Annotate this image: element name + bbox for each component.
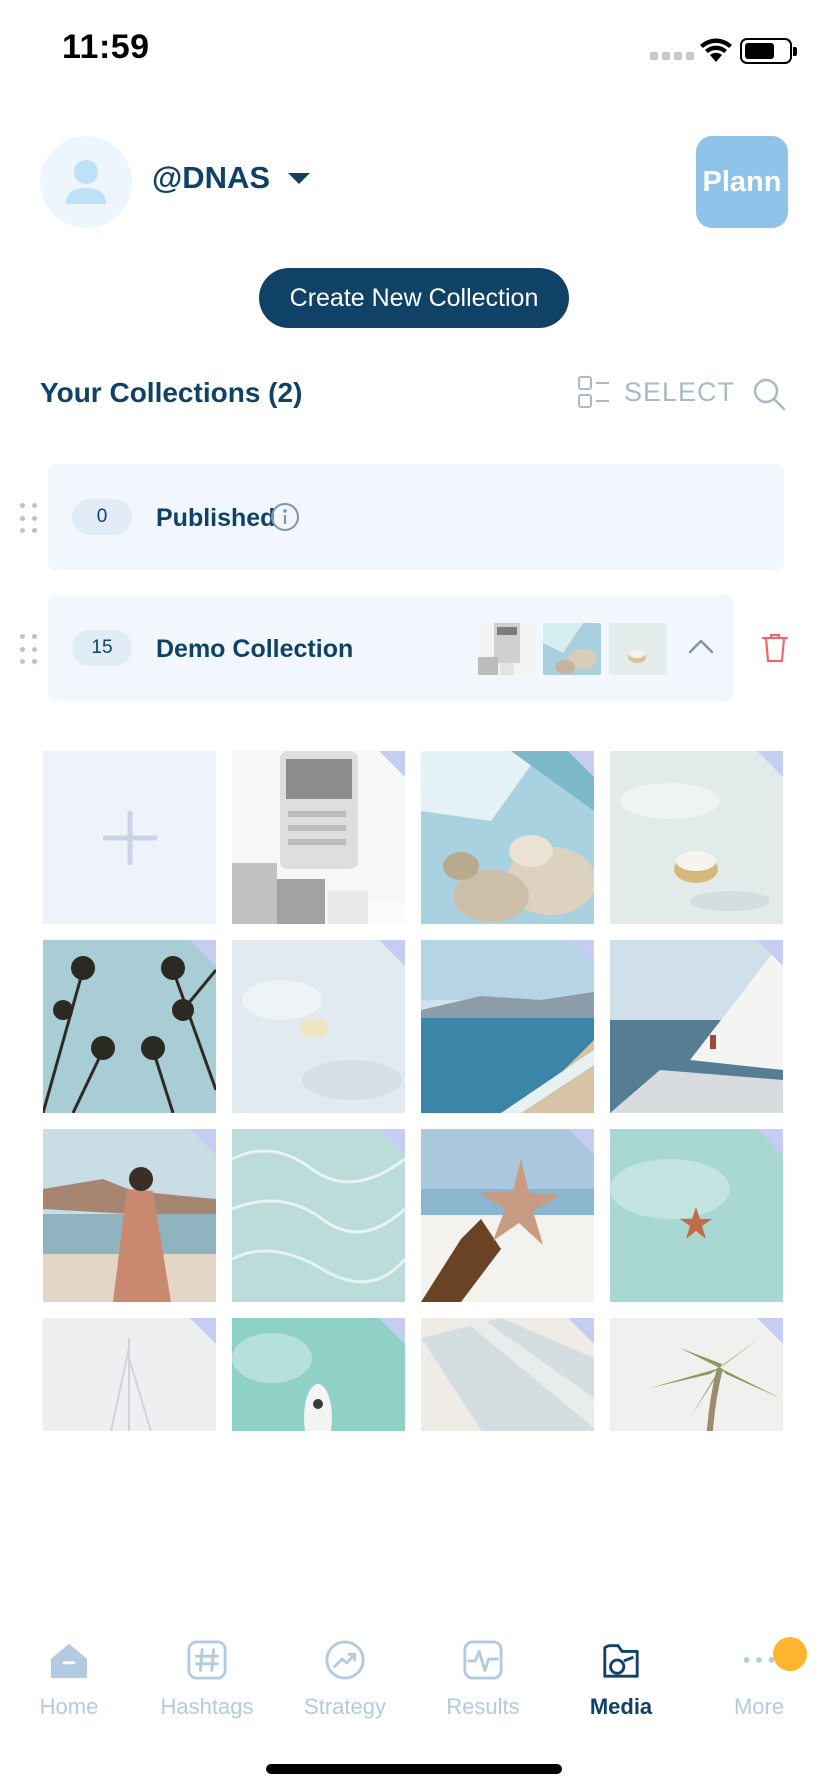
strategy-icon	[325, 1640, 365, 1680]
count-badge: 15	[72, 630, 132, 666]
selection-corner	[568, 1129, 594, 1155]
selection-corner	[757, 751, 783, 777]
avatar[interactable]	[40, 136, 132, 228]
drag-handle-icon[interactable]	[20, 503, 38, 535]
media-tile[interactable]	[610, 1129, 783, 1302]
collection-thumbnail	[478, 623, 536, 675]
select-label: SELECT	[624, 376, 736, 407]
tab-media[interactable]: Media	[552, 1620, 690, 1720]
media-tile[interactable]	[232, 751, 405, 924]
media-tile[interactable]	[421, 1129, 594, 1302]
wifi-icon	[700, 38, 732, 62]
media-tile[interactable]	[610, 940, 783, 1113]
tab-strategy[interactable]: Strategy	[276, 1620, 414, 1720]
collection-row-demo[interactable]: 15 Demo Collection	[48, 595, 734, 701]
media-grid	[43, 751, 786, 1431]
selection-corner	[757, 940, 783, 966]
selection-corner	[379, 751, 405, 777]
plus-icon	[102, 810, 157, 865]
tab-label: More	[733, 1694, 785, 1719]
account-name: @DNAS	[152, 160, 271, 195]
selection-corner	[190, 940, 216, 966]
info-icon[interactable]	[270, 502, 300, 532]
collection-label: Published	[156, 504, 276, 532]
select-icon	[578, 376, 609, 408]
media-tile[interactable]	[232, 1318, 405, 1431]
collections-title: Your Collections (2)	[40, 377, 303, 408]
media-tile[interactable]	[43, 940, 216, 1113]
selection-corner	[568, 751, 594, 777]
create-collection-button[interactable]: Create New Collection	[259, 268, 569, 328]
selection-corner	[568, 940, 594, 966]
media-tile[interactable]	[421, 940, 594, 1113]
count-badge: 0	[72, 499, 132, 535]
caret-down-icon	[288, 172, 311, 184]
search-icon[interactable]	[752, 377, 786, 411]
collection-thumbnail	[609, 623, 667, 675]
results-icon	[463, 1640, 503, 1680]
tab-more[interactable]: More	[690, 1620, 828, 1720]
tab-bar: Home Hashtags Strategy Results Media Mor…	[0, 1620, 828, 1720]
media-tile[interactable]	[232, 940, 405, 1113]
media-tile[interactable]	[421, 1318, 594, 1431]
media-tile[interactable]	[43, 1129, 216, 1302]
plann-button[interactable]: Plann	[696, 136, 788, 228]
media-tile[interactable]	[610, 751, 783, 924]
tab-results[interactable]: Results	[414, 1620, 552, 1720]
home-indicator	[266, 1764, 562, 1774]
chevron-up-icon[interactable]	[688, 637, 714, 655]
tab-hashtags[interactable]: Hashtags	[138, 1620, 276, 1720]
scroll-fade	[0, 1432, 828, 1452]
account-switcher[interactable]: @DNAS	[152, 160, 311, 196]
collection-row-published[interactable]: 0 Published	[48, 464, 784, 570]
selection-corner	[379, 1318, 405, 1344]
hashtag-icon	[187, 1640, 227, 1680]
media-tile[interactable]	[43, 1318, 216, 1431]
tab-label: Media	[589, 1694, 653, 1719]
selection-corner	[190, 1318, 216, 1344]
tab-label: Strategy	[304, 1694, 386, 1719]
tab-label: Home	[39, 1694, 99, 1719]
status-time: 11:59	[62, 28, 150, 66]
media-icon	[603, 1644, 639, 1678]
tab-home[interactable]: Home	[0, 1620, 138, 1720]
add-media-button[interactable]	[43, 751, 216, 924]
selection-corner	[379, 1129, 405, 1155]
battery-icon	[740, 38, 797, 64]
signal-icon	[650, 52, 694, 60]
tab-label: Hashtags	[160, 1694, 254, 1719]
tab-label: Results	[446, 1694, 520, 1719]
media-tile[interactable]	[421, 751, 594, 924]
collection-thumbnail	[543, 623, 601, 675]
media-tile[interactable]	[232, 1129, 405, 1302]
media-tile[interactable]	[610, 1318, 783, 1431]
status-bar: 11:59	[0, 0, 828, 100]
drag-handle-icon[interactable]	[20, 634, 38, 666]
selection-corner	[568, 1318, 594, 1344]
selection-corner	[757, 1129, 783, 1155]
home-icon	[50, 1643, 88, 1679]
select-button[interactable]: SELECT	[578, 376, 735, 408]
user-icon	[66, 160, 106, 204]
selection-corner	[190, 1129, 216, 1155]
notification-badge	[773, 1637, 807, 1671]
trash-icon[interactable]	[762, 633, 788, 663]
collection-label: Demo Collection	[156, 635, 354, 663]
selection-corner	[757, 1318, 783, 1344]
selection-corner	[379, 940, 405, 966]
